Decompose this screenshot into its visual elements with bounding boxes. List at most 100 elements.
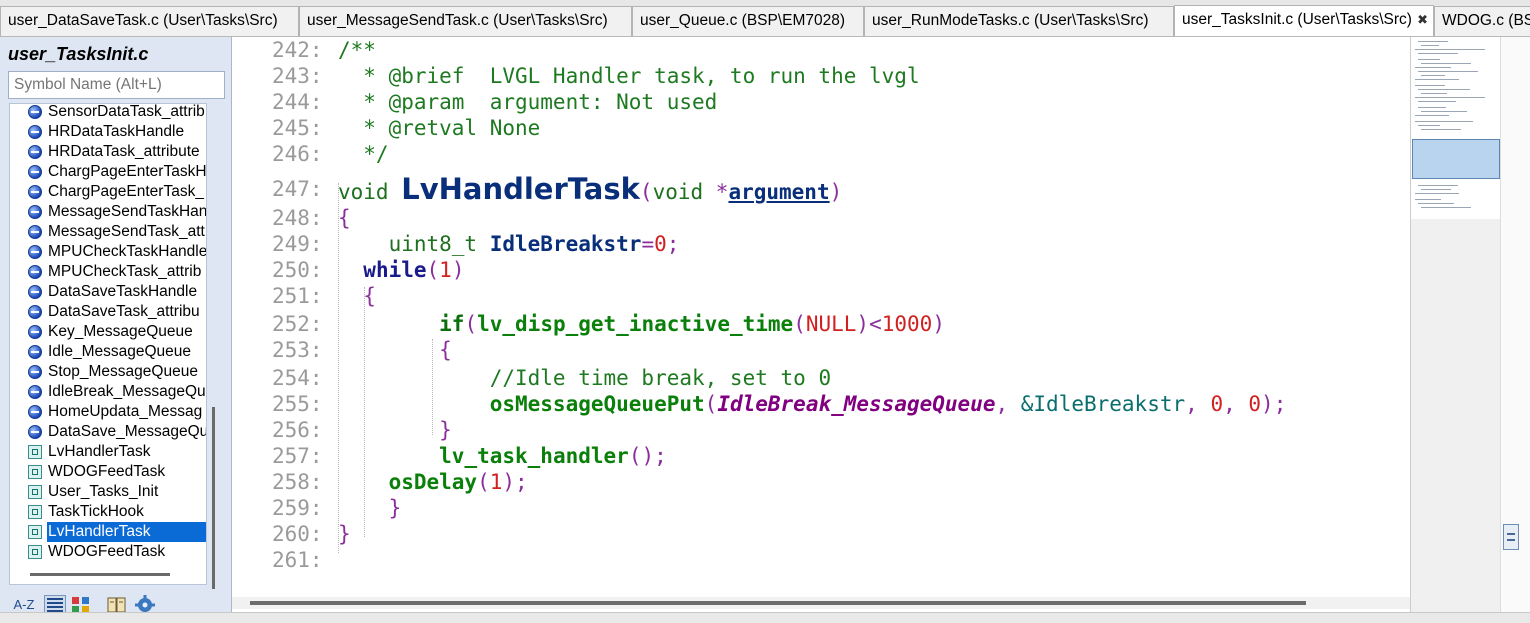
function-prototype-icon (28, 465, 42, 479)
symbol-list-item[interactable]: MPUCheckTask_attrib (10, 262, 206, 282)
symbol-list-item[interactable]: MessageSendTaskHan (10, 202, 206, 222)
close-tab-icon[interactable]: ✖ (1417, 6, 1428, 34)
minimap-code-line (1418, 41, 1448, 42)
close-brace: } (439, 418, 452, 442)
symbol-list-item[interactable]: DataSave_MessageQu (10, 422, 206, 442)
code-editor[interactable]: 242: /** 243: * @brief LVGL Handler task,… (232, 37, 1410, 597)
symbol-label: LvHandlerTask (47, 522, 206, 542)
symbol-list-item[interactable]: DataSaveTaskHandle (10, 282, 206, 302)
number: 0 (1248, 392, 1262, 416)
tab-user-messagesendtask[interactable]: user_MessageSendTask.c (User\Tasks\Src) (299, 6, 632, 36)
variable-icon (28, 165, 42, 179)
punctuation: ); (1261, 392, 1287, 416)
minimap-code-line (1418, 101, 1456, 102)
minimap-code-line (1415, 199, 1441, 200)
function-call: lv_disp_get_inactive_time (477, 312, 794, 336)
minimap-empty-area (1411, 219, 1501, 612)
symbol-list-item[interactable]: LvHandlerTask (10, 522, 206, 542)
tab-user-datasavetask[interactable]: user_DataSaveTask.c (User\Tasks\Src) (0, 6, 299, 36)
function-prototype-icon (28, 445, 42, 459)
symbol-label: Stop_MessageQueue (48, 363, 198, 380)
symbol-list-vertical-scrollbar[interactable] (212, 407, 215, 589)
punctuation: ; (666, 232, 680, 256)
symbol-list-item[interactable]: HomeUpdata_Messag (10, 402, 206, 422)
symbol-list-item[interactable]: WDOGFeedTask (10, 542, 206, 562)
symbol-list-item[interactable]: SensorDataTask_attrib (10, 104, 206, 122)
punctuation: (); (628, 444, 667, 468)
variable-icon (28, 325, 42, 339)
symbol-list-item[interactable]: User_Tasks_Init (10, 482, 206, 502)
minimap-viewport[interactable] (1412, 139, 1500, 179)
symbol-list-item[interactable]: HRDataTask_attribute (10, 142, 206, 162)
variable-icon (28, 205, 42, 219)
variable-icon (28, 425, 42, 439)
editor-horizontal-scrollbar[interactable] (250, 601, 1306, 605)
symbol-list-item[interactable]: TaskTickHook (10, 502, 206, 522)
variable-icon (28, 125, 42, 139)
reference-argument: &IdleBreakstr (1020, 392, 1186, 416)
function-icon (28, 545, 42, 559)
split-view-button[interactable] (1503, 524, 1519, 550)
minimap-code-line (1418, 203, 1454, 204)
number: 0 (654, 232, 667, 256)
variable-icon (28, 305, 42, 319)
punctuation: < (869, 312, 882, 336)
minimap-code-line (1415, 97, 1485, 98)
symbol-list-item[interactable]: WDOGFeedTask (10, 462, 206, 482)
symbol-list-item[interactable]: Key_MessageQueue (10, 322, 206, 342)
symbol-label: DataSaveTaskHandle (48, 283, 198, 300)
line-number: 254: (272, 366, 323, 390)
function-call: lv_task_handler (439, 444, 629, 468)
code-overview-minimap[interactable] (1410, 37, 1501, 612)
tab-label: user_DataSaveTask.c (User\Tasks\Src) (8, 12, 278, 29)
symbol-list-item[interactable]: Stop_MessageQueue (10, 362, 206, 382)
minimap-code-line (1418, 53, 1458, 54)
punctuation: ); (502, 470, 528, 494)
symbol-list-item[interactable]: MessageSendTask_att (10, 222, 206, 242)
symbol-panel-title: user_TasksInit.c (8, 44, 149, 64)
minimap-code-line (1421, 207, 1471, 208)
symbol-list-item[interactable]: ChargPageEnterTask_ (10, 182, 206, 202)
symbol-label: DataSaveTask_attribu (48, 303, 200, 320)
variable-icon (28, 185, 42, 199)
function-icon (28, 485, 42, 499)
line-number: 245: (272, 116, 323, 140)
symbol-list-item[interactable]: DataSaveTask_attribu (10, 302, 206, 322)
parameter-argument[interactable]: argument (728, 180, 829, 204)
comment: /** (338, 38, 376, 62)
symbol-list-item[interactable]: MPUCheckTaskHandle (10, 242, 206, 262)
tab-user-tasksinit[interactable]: user_TasksInit.c (User\Tasks\Src) ✖ (1174, 5, 1434, 36)
tab-label: user_RunModeTasks.c (User\Tasks\Src) (872, 12, 1149, 29)
symbol-list-item[interactable]: ChargPageEnterTaskH (10, 162, 206, 182)
symbol-label: ChargPageEnterTaskH (48, 163, 207, 180)
symbol-search-input[interactable] (8, 71, 225, 99)
symbol-list-item[interactable]: HRDataTaskHandle (10, 122, 206, 142)
punctuation: , (1185, 392, 1211, 416)
symbol-list-item[interactable]: LvHandlerTask (10, 442, 206, 462)
symbol-label: User_Tasks_Init (48, 483, 159, 500)
symbol-label: LvHandlerTask (48, 443, 151, 460)
tab-user-runmodetasks[interactable]: user_RunModeTasks.c (User\Tasks\Src) (864, 6, 1174, 36)
symbol-list-item[interactable]: IdleBreak_MessageQu (10, 382, 206, 402)
symbol-label: Key_MessageQueue (48, 323, 193, 340)
symbol-list-horizontal-scrollbar[interactable] (30, 573, 170, 576)
keyword-if: if (439, 312, 465, 336)
type-uint8: uint8_t (388, 232, 490, 256)
line-number: 250: (272, 258, 323, 282)
number: 1000 (881, 312, 933, 336)
symbol-list-item[interactable]: Idle_MessageQueue (10, 342, 206, 362)
symbol-list: SensorDataTask_attrib HRDataTaskHandle HRD… (9, 103, 207, 585)
tab-user-queue[interactable]: user_Queue.c (BSP\EM7028) (632, 6, 864, 36)
line-number: 249: (272, 232, 323, 256)
line-number: 246: (272, 142, 323, 166)
open-brace: { (338, 206, 351, 230)
tab-wdog[interactable]: WDOG.c (BS (1434, 6, 1530, 36)
function-call: osDelay (388, 470, 478, 494)
line-number: 257: (272, 444, 323, 468)
line-number: 258: (272, 470, 323, 494)
punctuation: ( (464, 312, 478, 336)
tab-label: user_TasksInit.c (User\Tasks\Src) (1182, 11, 1412, 28)
punctuation: ( (477, 470, 490, 494)
keyword-while: while (363, 258, 427, 282)
punctuation: ( (704, 392, 718, 416)
